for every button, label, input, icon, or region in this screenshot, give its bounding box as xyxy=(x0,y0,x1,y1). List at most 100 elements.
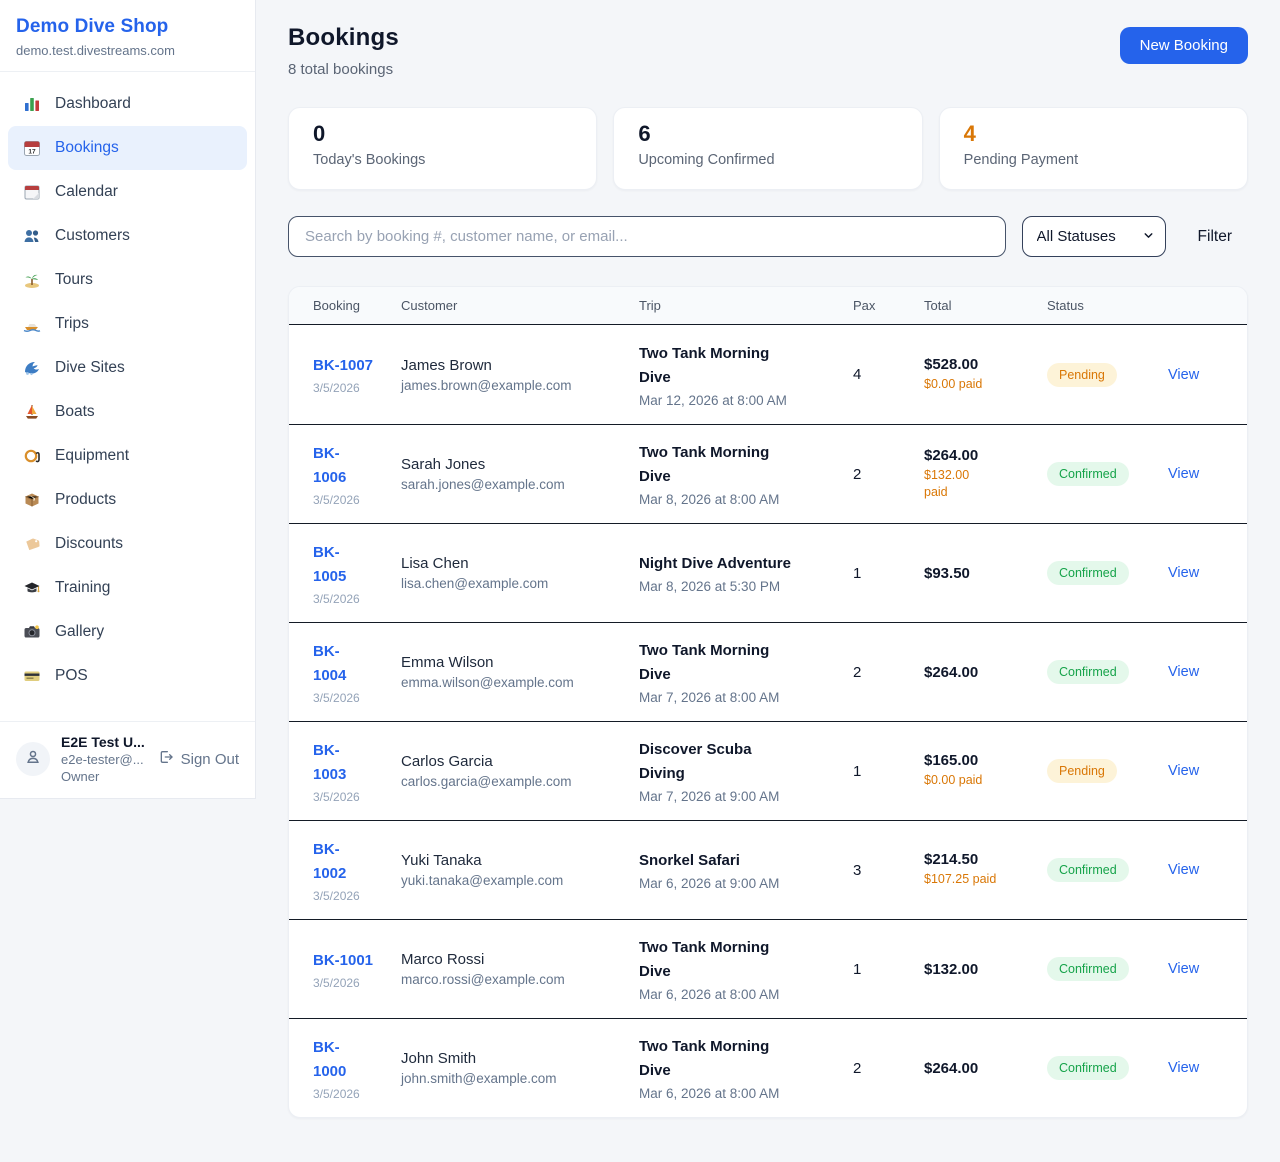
total-amount: $132.00 xyxy=(924,961,1047,978)
customer-name: Yuki Tanaka xyxy=(401,852,639,869)
filter-row: All Statuses Filter xyxy=(288,216,1248,257)
view-link[interactable]: View xyxy=(1168,1060,1199,1076)
booking-date: 3/5/2026 xyxy=(313,889,401,903)
table-header-row: Booking Customer Trip Pax Total Status xyxy=(289,287,1247,325)
pax-count: 1 xyxy=(853,565,924,582)
table-row: BK- 1000 3/5/2026 John Smith john.smith@… xyxy=(289,1018,1247,1117)
view-link[interactable]: View xyxy=(1168,961,1199,977)
pax-count: 2 xyxy=(853,1060,924,1077)
sidebar-nav: Dashboard 17 Bookings Calendar Customers… xyxy=(0,72,255,721)
stat-label: Today's Bookings xyxy=(313,152,572,168)
stats-row: 0 Today's Bookings 6 Upcoming Confirmed … xyxy=(288,107,1248,190)
total-amount: $528.00 xyxy=(924,356,1047,373)
sidebar-item-trips[interactable]: Trips xyxy=(8,302,247,346)
sign-out-label: Sign Out xyxy=(181,751,239,768)
booking-id-link[interactable]: BK-1001 xyxy=(313,949,401,973)
pax-count: 2 xyxy=(853,664,924,681)
sidebar-item-dive-sites[interactable]: Dive Sites xyxy=(8,346,247,390)
speedboat-icon xyxy=(22,314,42,334)
trip-name: Two Tank Morning Dive xyxy=(639,639,853,687)
trip-datetime: Mar 7, 2026 at 9:00 AM xyxy=(639,789,853,804)
main-content: Bookings 8 total bookings New Booking 0 … xyxy=(256,0,1280,1118)
customer-email: james.brown@example.com xyxy=(401,378,639,393)
status-badge: Pending xyxy=(1047,759,1117,783)
user-name: E2E Test U... xyxy=(61,734,147,750)
status-badge: Pending xyxy=(1047,363,1117,387)
sign-out-button[interactable]: Sign Out xyxy=(158,749,239,769)
customer-email: yuki.tanaka@example.com xyxy=(401,873,639,888)
booking-id-link[interactable]: BK- 1006 xyxy=(313,442,401,490)
sidebar-item-tours[interactable]: Tours xyxy=(8,258,247,302)
total-amount: $214.50 xyxy=(924,851,1047,868)
trip-datetime: Mar 6, 2026 at 8:00 AM xyxy=(639,987,853,1002)
app-root: Demo Dive Shop demo.test.divestreams.com… xyxy=(0,0,1280,1162)
view-link[interactable]: View xyxy=(1168,862,1199,878)
booking-id-link[interactable]: BK- 1003 xyxy=(313,739,401,787)
sidebar-item-calendar[interactable]: Calendar xyxy=(8,170,247,214)
view-link[interactable]: View xyxy=(1168,664,1199,680)
booking-id-link[interactable]: BK- 1005 xyxy=(313,541,401,589)
stat-value: 4 xyxy=(964,121,1223,147)
brand-domain: demo.test.divestreams.com xyxy=(16,43,239,58)
user-role: Owner xyxy=(61,769,147,784)
brand-block: Demo Dive Shop demo.test.divestreams.com xyxy=(0,0,255,72)
user-icon xyxy=(24,748,42,771)
booking-id-link[interactable]: BK- 1002 xyxy=(313,838,401,886)
table-row: BK- 1002 3/5/2026 Yuki Tanaka yuki.tanak… xyxy=(289,820,1247,919)
stat-card-todays-bookings: 0 Today's Bookings xyxy=(288,107,597,190)
booking-date: 3/5/2026 xyxy=(313,691,401,705)
booking-date: 3/5/2026 xyxy=(313,381,401,395)
view-link[interactable]: View xyxy=(1168,763,1199,779)
trip-datetime: Mar 6, 2026 at 9:00 AM xyxy=(639,876,853,891)
sidebar-item-boats[interactable]: Boats xyxy=(8,390,247,434)
sidebar-item-discounts[interactable]: Discounts xyxy=(8,522,247,566)
sidebar-item-customers[interactable]: Customers xyxy=(8,214,247,258)
trip-datetime: Mar 8, 2026 at 5:30 PM xyxy=(639,579,853,594)
new-booking-button[interactable]: New Booking xyxy=(1120,27,1248,64)
booking-id-link[interactable]: BK-1007 xyxy=(313,354,401,378)
sidebar-item-training[interactable]: Training xyxy=(8,566,247,610)
view-link[interactable]: View xyxy=(1168,367,1199,383)
trip-name: Night Dive Adventure xyxy=(639,552,853,576)
paid-amount: $0.00 paid xyxy=(924,772,1047,790)
sidebar-item-bookings[interactable]: 17 Bookings xyxy=(8,126,247,170)
bar-chart-icon xyxy=(22,94,42,114)
table-row: BK- 1004 3/5/2026 Emma Wilson emma.wilso… xyxy=(289,622,1247,721)
customer-email: john.smith@example.com xyxy=(401,1071,639,1086)
trip-name: Discover Scuba Diving xyxy=(639,738,853,786)
booking-date: 3/5/2026 xyxy=(313,1087,401,1101)
sidebar-item-gallery[interactable]: Gallery xyxy=(8,610,247,654)
booking-date: 3/5/2026 xyxy=(313,592,401,606)
customer-email: sarah.jones@example.com xyxy=(401,477,639,492)
stat-label: Upcoming Confirmed xyxy=(638,152,897,168)
credit-card-icon xyxy=(22,666,42,686)
pax-count: 1 xyxy=(853,961,924,978)
logout-icon xyxy=(158,749,174,769)
booking-id-link[interactable]: BK- 1004 xyxy=(313,640,401,688)
wave-icon xyxy=(22,358,42,378)
page-subtitle: 8 total bookings xyxy=(288,61,399,78)
view-link[interactable]: View xyxy=(1168,466,1199,482)
status-badge: Confirmed xyxy=(1047,858,1129,882)
trip-name: Snorkel Safari xyxy=(639,849,853,873)
search-input[interactable] xyxy=(288,216,1006,257)
column-header-trip: Trip xyxy=(639,298,853,313)
status-badge: Confirmed xyxy=(1047,1056,1129,1080)
status-filter-select[interactable]: All Statuses xyxy=(1022,216,1166,257)
view-link[interactable]: View xyxy=(1168,565,1199,581)
filter-button[interactable]: Filter xyxy=(1182,228,1248,246)
sidebar-item-pos[interactable]: POS xyxy=(8,654,247,698)
trip-name: Two Tank Morning Dive xyxy=(639,1035,853,1083)
trip-name: Two Tank Morning Dive xyxy=(639,936,853,984)
sidebar: Demo Dive Shop demo.test.divestreams.com… xyxy=(0,0,256,799)
sailboat-icon xyxy=(22,402,42,422)
status-badge: Confirmed xyxy=(1047,561,1129,585)
sidebar-item-equipment[interactable]: Equipment xyxy=(8,434,247,478)
booking-id-link[interactable]: BK- 1000 xyxy=(313,1036,401,1084)
sidebar-item-dashboard[interactable]: Dashboard xyxy=(8,82,247,126)
sidebar-item-products[interactable]: Products xyxy=(8,478,247,522)
customer-name: Emma Wilson xyxy=(401,654,639,671)
status-badge: Confirmed xyxy=(1047,660,1129,684)
island-icon xyxy=(22,270,42,290)
table-row: BK- 1003 3/5/2026 Carlos Garcia carlos.g… xyxy=(289,721,1247,820)
